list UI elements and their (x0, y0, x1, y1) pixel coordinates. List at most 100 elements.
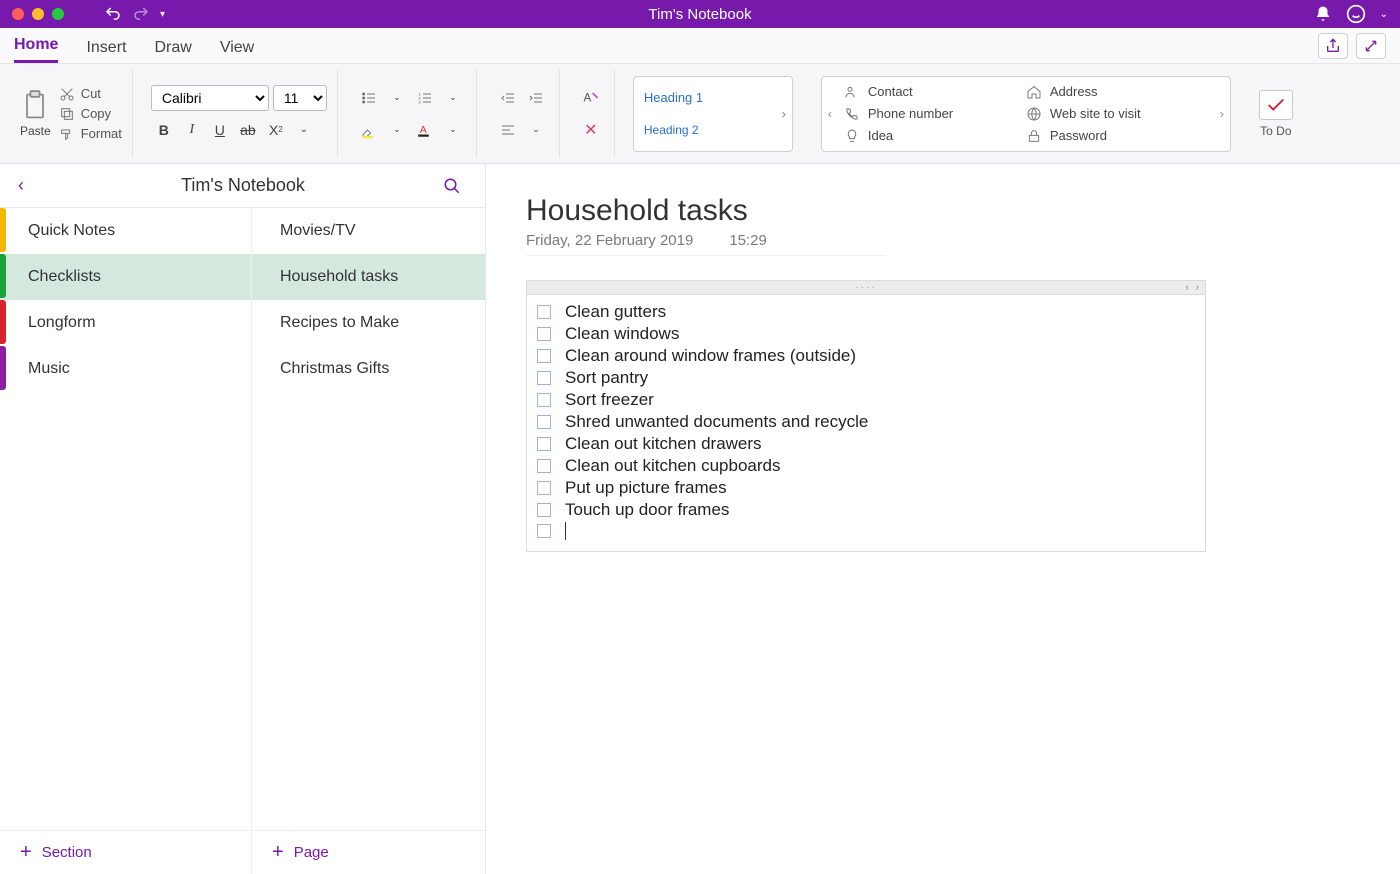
task-row-empty[interactable] (537, 521, 1195, 541)
indent-button[interactable] (523, 85, 549, 111)
align-dropdown[interactable]: ⌄ (523, 117, 549, 143)
task-row[interactable]: Put up picture frames (537, 477, 1195, 499)
add-page-button[interactable]: +Page (252, 830, 485, 874)
copy-button[interactable]: Copy (59, 106, 122, 122)
todo-tag-button[interactable] (1259, 90, 1293, 120)
bold-button[interactable]: B (151, 117, 177, 143)
underline-button[interactable]: U (207, 117, 233, 143)
font-more-dropdown[interactable]: ⌄ (291, 117, 317, 143)
minimize-window-button[interactable] (32, 8, 44, 20)
subscript-button[interactable]: X2 (263, 117, 289, 143)
tags-prev-icon[interactable]: ‹ (828, 107, 832, 121)
tag-website[interactable]: Web site to visit (1026, 106, 1208, 122)
task-row[interactable]: Clean around window frames (outside) (537, 345, 1195, 367)
paste-icon[interactable] (21, 90, 49, 122)
heading1-style[interactable]: Heading 1 (644, 90, 782, 105)
tag-password[interactable]: Password (1026, 128, 1208, 144)
redo-button[interactable] (132, 5, 150, 23)
section-color-tab[interactable] (0, 208, 6, 252)
tags-next-icon[interactable]: › (1220, 107, 1224, 121)
page-item[interactable]: Christmas Gifts (252, 346, 485, 392)
bullets-dropdown[interactable]: ⌄ (384, 85, 410, 111)
section-item[interactable]: Music (0, 346, 251, 392)
checkbox-icon[interactable] (537, 459, 551, 473)
checkbox-icon[interactable] (537, 481, 551, 495)
undo-button[interactable] (104, 5, 122, 23)
checkbox-icon[interactable] (537, 415, 551, 429)
qat-dropdown[interactable]: ▾ (160, 9, 165, 20)
task-text[interactable]: Clean out kitchen drawers (565, 434, 762, 454)
format-painter-button[interactable]: Format (59, 126, 122, 142)
container-drag-handle[interactable]: ····‹ › (527, 281, 1205, 295)
account-dropdown[interactable]: ⌄ (1380, 9, 1388, 20)
heading2-style[interactable]: Heading 2 (644, 123, 782, 137)
tag-phone[interactable]: Phone number (844, 106, 1026, 122)
clear-formatting-button[interactable]: A (578, 85, 604, 111)
checkbox-icon[interactable] (537, 393, 551, 407)
task-text[interactable]: Shred unwanted documents and recycle (565, 412, 868, 432)
section-item[interactable]: Checklists (0, 254, 251, 300)
task-text[interactable]: Clean gutters (565, 302, 666, 322)
share-button[interactable] (1318, 33, 1348, 59)
tag-idea[interactable]: Idea (844, 128, 1026, 144)
fullscreen-button[interactable] (1356, 33, 1386, 59)
align-button[interactable] (495, 117, 521, 143)
tag-address[interactable]: Address (1026, 84, 1208, 100)
task-text[interactable]: Put up picture frames (565, 478, 727, 498)
add-section-button[interactable]: +Section (0, 830, 252, 874)
checkbox-icon[interactable] (537, 305, 551, 319)
note-container[interactable]: ····‹ › Clean guttersClean windowsClean … (526, 280, 1206, 552)
text-cursor[interactable] (565, 522, 566, 540)
highlight-button[interactable] (356, 117, 382, 143)
highlight-dropdown[interactable]: ⌄ (384, 117, 410, 143)
font-color-button[interactable]: A (412, 117, 438, 143)
italic-button[interactable]: I (179, 117, 205, 143)
cut-button[interactable]: Cut (59, 86, 122, 102)
styles-more-icon[interactable]: › (782, 107, 786, 121)
close-window-button[interactable] (12, 8, 24, 20)
task-text[interactable]: Clean out kitchen cupboards (565, 456, 780, 476)
styles-gallery[interactable]: Heading 1 Heading 2 › (633, 76, 793, 152)
tab-home[interactable]: Home (14, 36, 58, 63)
notifications-icon[interactable] (1314, 5, 1332, 23)
search-icon[interactable] (443, 177, 461, 195)
page-item[interactable]: Household tasks (252, 254, 485, 300)
strikethrough-button[interactable]: ab (235, 117, 261, 143)
back-button[interactable]: ‹ (18, 175, 24, 196)
section-color-tab[interactable] (0, 254, 6, 298)
delete-button[interactable]: ✕ (578, 117, 604, 143)
section-color-tab[interactable] (0, 300, 6, 344)
checkbox-icon[interactable] (537, 524, 551, 538)
task-row[interactable]: Sort freezer (537, 389, 1195, 411)
account-icon[interactable] (1346, 4, 1366, 24)
task-text[interactable]: Clean around window frames (outside) (565, 346, 856, 366)
task-row[interactable]: Shred unwanted documents and recycle (537, 411, 1195, 433)
section-item[interactable]: Longform (0, 300, 251, 346)
tag-contact[interactable]: Contact (844, 84, 1026, 100)
task-row[interactable]: Clean gutters (537, 301, 1195, 323)
page-item[interactable]: Movies/TV (252, 208, 485, 254)
maximize-window-button[interactable] (52, 8, 64, 20)
section-color-tab[interactable] (0, 346, 6, 390)
tab-draw[interactable]: Draw (154, 39, 191, 63)
task-row[interactable]: Clean out kitchen cupboards (537, 455, 1195, 477)
font-family-select[interactable]: Calibri (151, 85, 269, 111)
numbering-dropdown[interactable]: ⌄ (440, 85, 466, 111)
paste-label[interactable]: Paste (20, 124, 51, 138)
task-row[interactable]: Clean out kitchen drawers (537, 433, 1195, 455)
font-color-dropdown[interactable]: ⌄ (440, 117, 466, 143)
outdent-button[interactable] (495, 85, 521, 111)
tab-insert[interactable]: Insert (86, 39, 126, 63)
task-row[interactable]: Clean windows (537, 323, 1195, 345)
page-title[interactable]: Household tasks (526, 194, 1360, 228)
page-item[interactable]: Recipes to Make (252, 300, 485, 346)
task-text[interactable]: Touch up door frames (565, 500, 729, 520)
checkbox-icon[interactable] (537, 503, 551, 517)
task-row[interactable]: Touch up door frames (537, 499, 1195, 521)
checkbox-icon[interactable] (537, 437, 551, 451)
task-text[interactable]: Sort pantry (565, 368, 648, 388)
checkbox-icon[interactable] (537, 349, 551, 363)
notebook-name[interactable]: Tim's Notebook (181, 175, 305, 196)
bullets-button[interactable] (356, 85, 382, 111)
task-row[interactable]: Sort pantry (537, 367, 1195, 389)
